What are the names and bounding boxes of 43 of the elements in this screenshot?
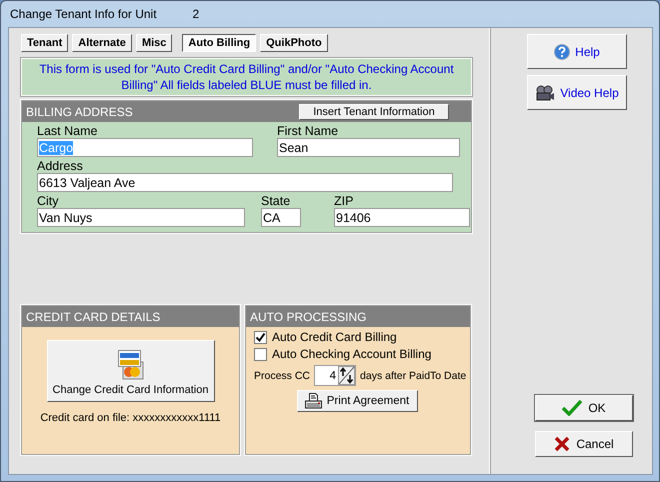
input-field[interactable]: Sean [277, 138, 460, 157]
input-field[interactable]: CA [261, 208, 301, 227]
help-icon [554, 44, 570, 60]
tab[interactable]: Auto Billing [182, 34, 256, 52]
ok-button[interactable]: OK [535, 395, 633, 421]
film-camera-icon [535, 84, 556, 100]
spin-arrows-icon[interactable] [338, 366, 356, 385]
section-title: AUTO PROCESSING [250, 310, 366, 324]
tab[interactable]: QuikPhoto [260, 34, 328, 52]
checkbox[interactable] [254, 330, 267, 344]
tab[interactable]: Alternate [72, 34, 132, 52]
change-card-button[interactable]: Change Credit Card Information [46, 340, 214, 402]
process-label: Process CC [254, 370, 310, 382]
days-spinner[interactable]: 4 [314, 365, 356, 386]
info-text: This form is used for "Auto Credit Card Billing" and/or "Auto Checking Account Billing" All fields labeled BLUE must be filled in. [39, 62, 454, 92]
field-label: City [37, 194, 60, 208]
cancel-button[interactable]: Cancel [535, 431, 633, 457]
credit-card-icon [118, 350, 144, 380]
card-on-file-text: Credit card on file: xxxxxxxxxxxx1111 [40, 412, 221, 424]
tab[interactable]: Tenant [21, 34, 68, 52]
input-field[interactable]: 91406 [334, 208, 470, 227]
days-label: days after PaidTo Date [360, 370, 466, 382]
section-title: BILLING ADDRESS [26, 104, 133, 118]
checkmark-icon [562, 400, 582, 416]
field-label: Address [37, 159, 84, 173]
section-title: CREDIT CARD DETAILS [26, 310, 160, 324]
checkbox-label: Auto Credit Card Billing [272, 330, 397, 344]
input-field[interactable]: Van Nuys [37, 208, 245, 227]
window-title: Change Tenant Info for Unit [10, 7, 157, 21]
insert-tenant-button[interactable]: Insert Tenant Information [299, 104, 449, 120]
field-label: State [261, 194, 292, 208]
close-icon [554, 436, 570, 452]
video-help-button[interactable]: Video Help [527, 75, 627, 110]
input-field[interactable]: 6613 Valjean Ave [37, 173, 453, 192]
print-agreement-button[interactable]: Print Agreement [296, 390, 418, 412]
tab[interactable]: Misc [136, 34, 172, 52]
help-button[interactable]: Help [527, 34, 627, 69]
checkbox[interactable] [254, 348, 267, 360]
unit-number: 2 [192, 7, 200, 21]
printer-icon [304, 393, 322, 409]
field-label: First Name [277, 124, 340, 138]
checkbox-label: Auto Checking Account Billing [272, 347, 432, 361]
field-label: ZIP [334, 194, 354, 208]
